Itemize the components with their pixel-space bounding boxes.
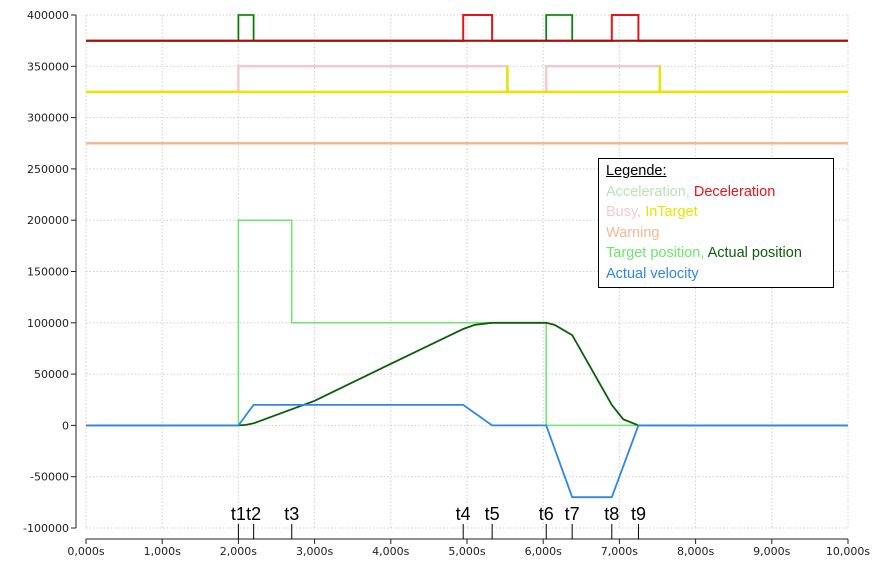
- legend-entry-acceleration: Acceleration,: [606, 183, 694, 200]
- x-tick-label: 4,000s: [372, 545, 409, 558]
- legend-title: Legende:: [606, 163, 667, 179]
- x-tick-label: 8,000s: [677, 545, 714, 558]
- y-tick-label: 150000: [27, 266, 69, 279]
- legend-row: Busy, InTarget: [606, 202, 833, 223]
- marker-label-t7: t7: [565, 504, 580, 524]
- marker-label-t2: t2: [246, 504, 261, 524]
- y-tick-label: 50000: [34, 368, 69, 381]
- legend-entry-actual-position: Actual position: [707, 245, 802, 261]
- y-tick-label: 0: [62, 419, 69, 432]
- legend-rows: Acceleration, Deceleration Busy, InTarget…: [606, 182, 833, 285]
- marker-label-t9: t9: [631, 504, 646, 524]
- legend-entry-intarget: InTarget: [645, 204, 698, 220]
- x-tick-label: 0,000s: [67, 545, 104, 558]
- legend-row: Warning: [606, 223, 833, 244]
- time-markers: t1 t2 t3 t4 t5 t6 t7 t8 t9: [231, 504, 646, 539]
- y-tick-label: 250000: [27, 163, 69, 176]
- x-tick-label: 5,000s: [448, 545, 485, 558]
- x-tick-label: 2,000s: [220, 545, 257, 558]
- x-tick-label: 7,000s: [601, 545, 638, 558]
- y-tick-label: 200000: [27, 214, 69, 227]
- y-tick-label: -100000: [23, 522, 69, 535]
- marker-label-t6: t6: [539, 504, 554, 524]
- y-tick-label: 300000: [27, 112, 69, 125]
- legend-row: Actual velocity: [606, 264, 833, 285]
- y-tick-label: 350000: [27, 60, 69, 73]
- marker-label-t1: t1: [231, 504, 246, 524]
- marker-label-t5: t5: [485, 504, 500, 524]
- marker-label-t3: t3: [284, 504, 299, 524]
- legend-entry-actual-velocity: Actual velocity: [606, 265, 699, 282]
- y-tick-label: -50000: [30, 471, 69, 484]
- legend-entry-warning: Warning: [606, 224, 660, 241]
- marker-label-t8: t8: [604, 504, 619, 524]
- legend-row: Target position, Actual position: [606, 243, 833, 264]
- x-tick-label: 9,000s: [753, 545, 790, 558]
- legend: Legende: Acceleration, Deceleration Busy,…: [598, 158, 834, 288]
- legend-row: Acceleration, Deceleration: [606, 182, 833, 203]
- legend-entry-busy: Busy,: [606, 204, 646, 220]
- y-tick-label: 100000: [27, 317, 69, 330]
- legend-entry-deceleration: Deceleration: [693, 183, 776, 200]
- x-tick-label: 1,000s: [144, 545, 181, 558]
- x-tick-label: 3,000s: [296, 545, 333, 558]
- marker-label-t4: t4: [456, 504, 471, 524]
- legend-entry-target-position: Target position,: [606, 245, 708, 261]
- x-tick-label: 10,000s: [826, 545, 870, 558]
- y-tick-label: 400000: [27, 9, 69, 22]
- x-tick-label: 6,000s: [525, 545, 562, 558]
